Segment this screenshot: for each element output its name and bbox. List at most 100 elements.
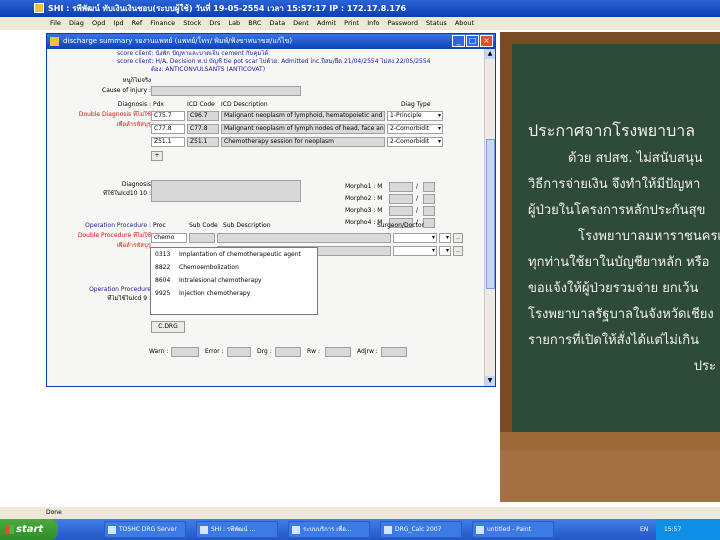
morpho-label: Morpho2 : M [345, 195, 383, 202]
morpho-input-2[interactable] [423, 194, 435, 204]
operation-icd9-label: Operation Procedure [89, 286, 151, 293]
morpho-input[interactable] [389, 194, 413, 204]
vertical-scrollbar[interactable]: ▲ ▼ [484, 49, 495, 386]
morpho-input[interactable] [389, 206, 413, 216]
adjrw-label: Adjrw : [357, 348, 378, 355]
diagnosis-icd10-label: Diagnosis [121, 181, 151, 188]
menu-item[interactable]: Stock [183, 19, 201, 27]
cause-of-injury-input[interactable] [151, 86, 301, 96]
menu-item[interactable]: Finance [150, 19, 175, 27]
scroll-up-icon[interactable]: ▲ [485, 49, 495, 59]
diagnosis-icd10-textarea[interactable] [151, 180, 301, 202]
diag-type-select[interactable]: 1-Principle [387, 111, 443, 121]
procedure-more-button[interactable]: .. [453, 233, 463, 243]
taskbar-item[interactable]: TOSHC DRG Server [104, 521, 186, 538]
diag-header-diag-type: Diag Type [401, 101, 431, 108]
add-diagnosis-button[interactable]: + [151, 151, 163, 161]
menu-bar: File Diag Opd Ipd Ref Finance Stock Drs … [0, 17, 720, 30]
scroll-down-icon[interactable]: ▼ [485, 376, 495, 386]
announcement-line: วิธีการจ่ายเงิน จึงทำให้มีปัญหา [528, 177, 701, 192]
procedure-option-code: 8604 [155, 277, 171, 284]
double-procedure-label-2: เพื่อลำรหัสบุรุ [116, 242, 151, 249]
menu-item[interactable]: About [455, 19, 474, 27]
status-bar: Done [0, 507, 720, 519]
surgeon-select[interactable] [393, 233, 437, 243]
menu-item[interactable]: Diag [69, 19, 84, 27]
procedure-autocomplete-list: 0313 Implantation of chemotherapeutic age… [150, 247, 318, 315]
maximize-icon[interactable]: □ [466, 35, 479, 47]
menu-item[interactable]: Dent [293, 19, 309, 27]
morpho-input[interactable] [389, 182, 413, 192]
morpho-label: Morpho1 : M [345, 183, 383, 190]
operation-icd9-label-2: ที่ไม่ใช้ในIcd 9 : [107, 295, 152, 302]
procedure-option-code: 9925 [155, 290, 171, 297]
taskbar-item[interactable]: SHI : รพีพัฒน์ ... [196, 521, 278, 538]
language-indicator[interactable]: EN [640, 519, 648, 540]
morpho-input-2[interactable] [423, 206, 435, 216]
calculate-drg-button[interactable]: C.DRG [151, 321, 185, 333]
procedure-option-text: Intralesional chemotherapy [179, 277, 262, 284]
scroll-thumb[interactable] [486, 139, 495, 289]
diag-type-select[interactable]: 2-Comorbidit [387, 137, 443, 147]
discharge-summary-window: discharge summary รยงานแพทย์ (แพทย์/โทร/… [46, 33, 496, 387]
procedure-option[interactable]: 8822 Chemoembolization [151, 261, 317, 274]
announcement-line: ด้วย สปสช. ไม่สนับสนุน [568, 151, 703, 166]
proc-header-sub-description: Sub Description [223, 222, 271, 229]
procedure-option-text: Injection chemotherapy [179, 290, 251, 297]
start-button[interactable]: start [0, 519, 58, 540]
surgeon-select-2[interactable] [439, 246, 451, 256]
announcement-line: ขอแจ้งให้ผู้ป่วยรวมจ่าย ยกเว้น [528, 281, 699, 296]
diag-icd-description: Chemotherapy session for neoplasm [221, 137, 385, 147]
surgeon-select-2[interactable] [439, 233, 451, 243]
menu-item[interactable]: File [50, 19, 61, 27]
menu-item[interactable]: Info [367, 19, 379, 27]
menu-item[interactable]: Admit [317, 19, 336, 27]
proc-header-surgeon: Surgeon/Doctor [377, 222, 425, 229]
diag-header-icd-description: ICD Description [221, 101, 268, 108]
minimize-icon[interactable]: _ [452, 35, 465, 47]
score-line-3: ต้อง: ANTICONVULSANTS (ANTICOVAT) [151, 66, 266, 73]
error-label: Error : [205, 348, 224, 355]
procedure-option[interactable]: 9925 Injection chemotherapy [151, 287, 317, 300]
menu-item[interactable]: Ipd [113, 19, 123, 27]
menu-item[interactable]: Lab [228, 19, 240, 27]
drg-field [275, 347, 301, 357]
diag-code-input[interactable]: C77.8 [151, 124, 185, 134]
diag-code-input[interactable]: Z51.1 [151, 137, 185, 147]
announcement-line: ประกาศจากโรงพยาบาล [528, 121, 696, 140]
menu-item[interactable]: Data [270, 19, 286, 27]
menu-item[interactable]: Ref [132, 19, 143, 27]
taskbar: start TOSHC DRG Server SHI : รพีพัฒน์ ..… [0, 519, 720, 540]
diag-icd-code: Z51.1 [187, 137, 219, 147]
announcement-line: รายการที่เปิดให้สั่งได้แต่ไม่เกิน [528, 333, 700, 348]
morpho-separator: / [416, 183, 419, 190]
procedure-option-code: 8822 [155, 264, 171, 271]
cause-of-injury-label: Cause of injury : [102, 87, 151, 94]
neighbour-label: หนูก็ไม่จริง [122, 77, 151, 84]
diag-code-input[interactable]: C75.7 [151, 111, 185, 121]
diag-header-icd-code: ICD Code [187, 101, 215, 108]
morpho-input-2[interactable] [423, 182, 435, 192]
system-tray: EN 15:57 [640, 519, 720, 540]
diag-icd-description: Malignant neoplasm of lymphoid, hematopo… [221, 111, 385, 121]
procedure-search-input[interactable]: chemo [151, 233, 187, 243]
menu-item[interactable]: Status [426, 19, 447, 27]
morpho-input-2[interactable] [423, 218, 435, 228]
taskbar-item[interactable]: untitled - Paint [472, 521, 554, 538]
close-icon[interactable]: × [480, 35, 493, 47]
menu-item[interactable]: Opd [92, 19, 105, 27]
procedure-option[interactable]: 0313 Implantation of chemotherapeutic age… [151, 248, 317, 261]
procedure-option[interactable]: 8604 Intralesional chemotherapy [151, 274, 317, 287]
menu-item[interactable]: Print [344, 19, 359, 27]
diag-type-select[interactable]: 2-Comorbidit [387, 124, 443, 134]
clock: 15:57 [664, 526, 682, 533]
procedure-more-button[interactable]: .. [453, 246, 463, 256]
taskbar-item[interactable]: DRG_Calc 2007 [380, 521, 462, 538]
status-text: Done [46, 509, 62, 516]
menu-item[interactable]: BRC [248, 19, 261, 27]
surgeon-select[interactable] [393, 246, 437, 256]
menu-item[interactable]: Drs [209, 19, 220, 27]
taskbar-item[interactable]: ระบบบริการ เพื่อ... [288, 521, 370, 538]
dialog-title: discharge summary รยงานแพทย์ (แพทย์/โทร/… [63, 37, 293, 45]
menu-item[interactable]: Password [388, 19, 418, 27]
